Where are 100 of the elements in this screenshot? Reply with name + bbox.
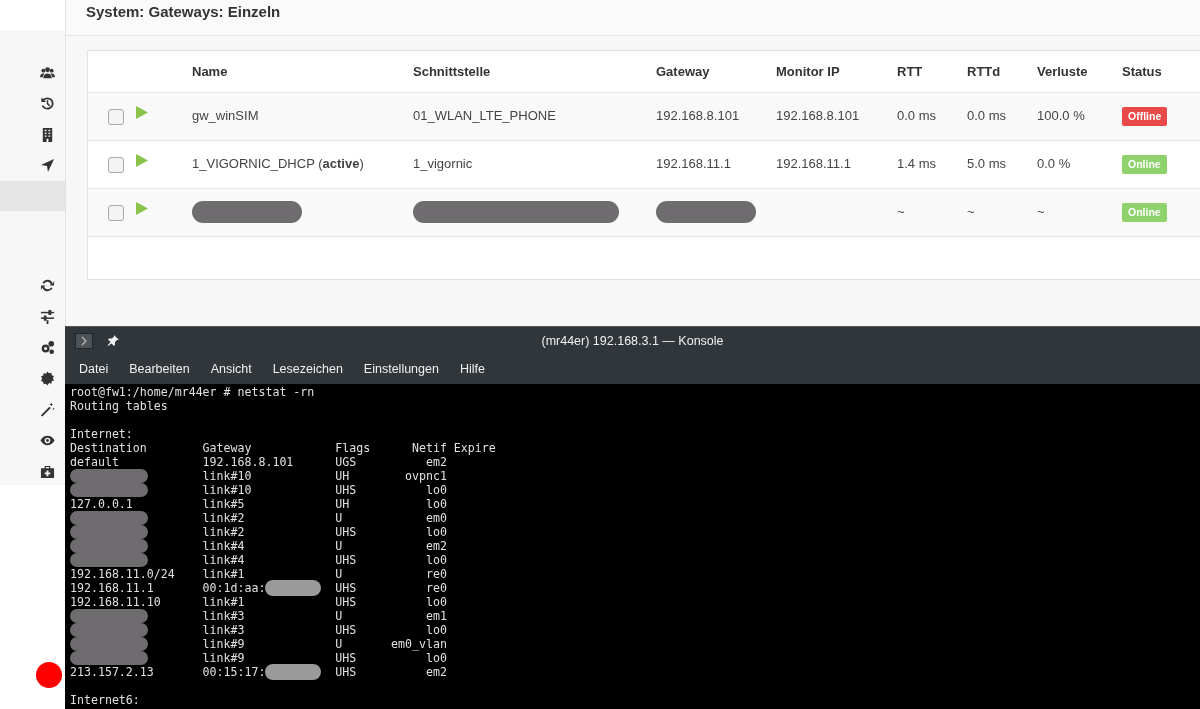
- table-cell: 1_VIGORNIC_DHCP (active): [192, 156, 364, 172]
- table-cell: 100.0 %: [1037, 108, 1085, 124]
- column-header[interactable]: Monitor IP: [776, 51, 897, 92]
- play-icon: [136, 202, 148, 216]
- column-header[interactable]: Name: [192, 51, 413, 92]
- table-cell: 0.0 ms: [897, 108, 936, 124]
- window-title: (mr44er) 192.168.3.1 — Konsole: [541, 333, 724, 348]
- terminal-text: Netif: [412, 441, 447, 455]
- terminal-text: link#1: [202, 567, 245, 581]
- table-cell: 5.0 ms: [967, 156, 1006, 172]
- play-icon: [136, 154, 148, 168]
- terminal-text: UHS: [335, 483, 357, 497]
- table-cell: 1.4 ms: [897, 156, 936, 172]
- terminal-text: default: [70, 455, 119, 469]
- terminal-text: link#4: [202, 539, 245, 553]
- terminal-text: UHS: [335, 651, 357, 665]
- terminal-text: ovpnc1: [405, 469, 447, 483]
- terminal-text: 00:15:17:: [202, 665, 266, 679]
- table-cell: ~: [1037, 204, 1045, 220]
- menu-item[interactable]: Datei: [71, 358, 117, 381]
- terminal-text: lo0: [425, 623, 447, 637]
- pin-icon[interactable]: [107, 335, 119, 347]
- menu-item[interactable]: Bearbeiten: [121, 358, 198, 381]
- terminal-text: em2: [425, 455, 447, 469]
- terminal-text: UHS: [335, 581, 357, 595]
- terminal-text: lo0: [425, 497, 447, 511]
- terminal-text: lo0: [425, 483, 447, 497]
- table-cell: ~: [897, 204, 905, 220]
- terminal-text: link#4: [202, 553, 245, 567]
- gears-icon: [40, 340, 55, 355]
- medkit-icon: [40, 464, 55, 479]
- terminal-text: Expire: [453, 441, 496, 455]
- sliders-icon: [40, 309, 55, 324]
- eye-icon: [40, 433, 55, 448]
- terminal-text: U: [335, 609, 343, 623]
- terminal-text: 192.168.11.1: [70, 581, 154, 595]
- terminal-text: em1: [425, 609, 447, 623]
- terminal-text: lo0: [425, 525, 447, 539]
- gear-icon: [40, 371, 55, 386]
- page-title: System: Gateways: Einzeln: [86, 1, 281, 22]
- terminal-text: link#3: [202, 623, 245, 637]
- terminal-text: link#2: [202, 511, 245, 525]
- building-icon: [40, 127, 55, 142]
- terminal-text: em2: [425, 665, 447, 679]
- column-header[interactable]: Gateway: [656, 51, 776, 92]
- users-icon: [40, 65, 55, 80]
- terminal-text: em0: [425, 511, 447, 525]
- table-cell: 0.0 ms: [967, 108, 1006, 124]
- terminal-text: re0: [425, 567, 447, 581]
- terminal-text: Internet:: [70, 427, 133, 441]
- table-cell: ~: [967, 204, 975, 220]
- terminal-text: 127.0.0.1: [70, 497, 133, 511]
- terminal-icon[interactable]: [75, 333, 93, 349]
- terminal-text: re0: [425, 581, 447, 595]
- column-header[interactable]: Verluste: [1037, 51, 1122, 92]
- command-line: root@fw1:/home/mr44er # netstat -rn: [70, 385, 315, 399]
- table-cell: 192.168.11.1: [656, 156, 731, 172]
- menu-item[interactable]: Ansicht: [202, 358, 260, 381]
- terminal-text: em0_vlan: [391, 637, 447, 651]
- menu-item[interactable]: Hilfe: [451, 358, 493, 381]
- row-checkbox[interactable]: [108, 108, 124, 125]
- location-arrow-icon: [40, 158, 55, 173]
- table-cell: 192.168.11.1: [776, 156, 851, 172]
- terminal-text: UHS: [335, 595, 357, 609]
- terminal-text: UHS: [335, 665, 357, 679]
- column-header[interactable]: RTT: [897, 51, 967, 92]
- terminal-text: 192.168.11.10: [70, 595, 161, 609]
- column-header[interactable]: Schnittstelle: [413, 51, 656, 92]
- terminal-text: U: [335, 637, 343, 651]
- terminal-text: lo0: [425, 553, 447, 567]
- row-checkbox[interactable]: [108, 156, 124, 173]
- column-header[interactable]: Status: [1122, 51, 1200, 92]
- terminal-text: Gateway: [202, 441, 252, 455]
- table-cell: 1_vigornic: [413, 156, 473, 172]
- terminal-text: lo0: [425, 595, 447, 609]
- table-cell: 192.168.8.101: [776, 108, 860, 124]
- terminal-text: link#3: [202, 609, 245, 623]
- terminal-text: Destination: [70, 441, 147, 455]
- column-header[interactable]: RTTd: [967, 51, 1037, 92]
- terminal-text: 213.157.2.13: [70, 665, 154, 679]
- table-cell: 01_WLAN_LTE_PHONE: [413, 108, 556, 124]
- terminal-text: UHS: [335, 553, 357, 567]
- status-badge: Online: [1122, 154, 1167, 175]
- play-icon: [136, 106, 148, 120]
- row-checkbox[interactable]: [108, 204, 124, 221]
- terminal-text: link#5: [202, 497, 245, 511]
- terminal-text: Internet6:: [70, 693, 140, 707]
- history-icon: [40, 96, 55, 111]
- menu-item[interactable]: Einstellungen: [355, 358, 447, 381]
- terminal-text: UH: [335, 497, 350, 511]
- status-badge: Offline: [1122, 106, 1168, 127]
- terminal-text: link#10: [202, 483, 252, 497]
- terminal-text: U: [335, 567, 343, 581]
- terminal-text: 192.168.8.101: [202, 455, 294, 469]
- terminal-text: link#9: [202, 651, 245, 665]
- terminal-text: link#1: [202, 595, 245, 609]
- table-cell: gw_winSIM: [192, 108, 259, 124]
- terminal-text: link#10: [202, 469, 252, 483]
- terminal-text: UHS: [335, 623, 357, 637]
- menu-item[interactable]: Lesezeichen: [264, 358, 351, 381]
